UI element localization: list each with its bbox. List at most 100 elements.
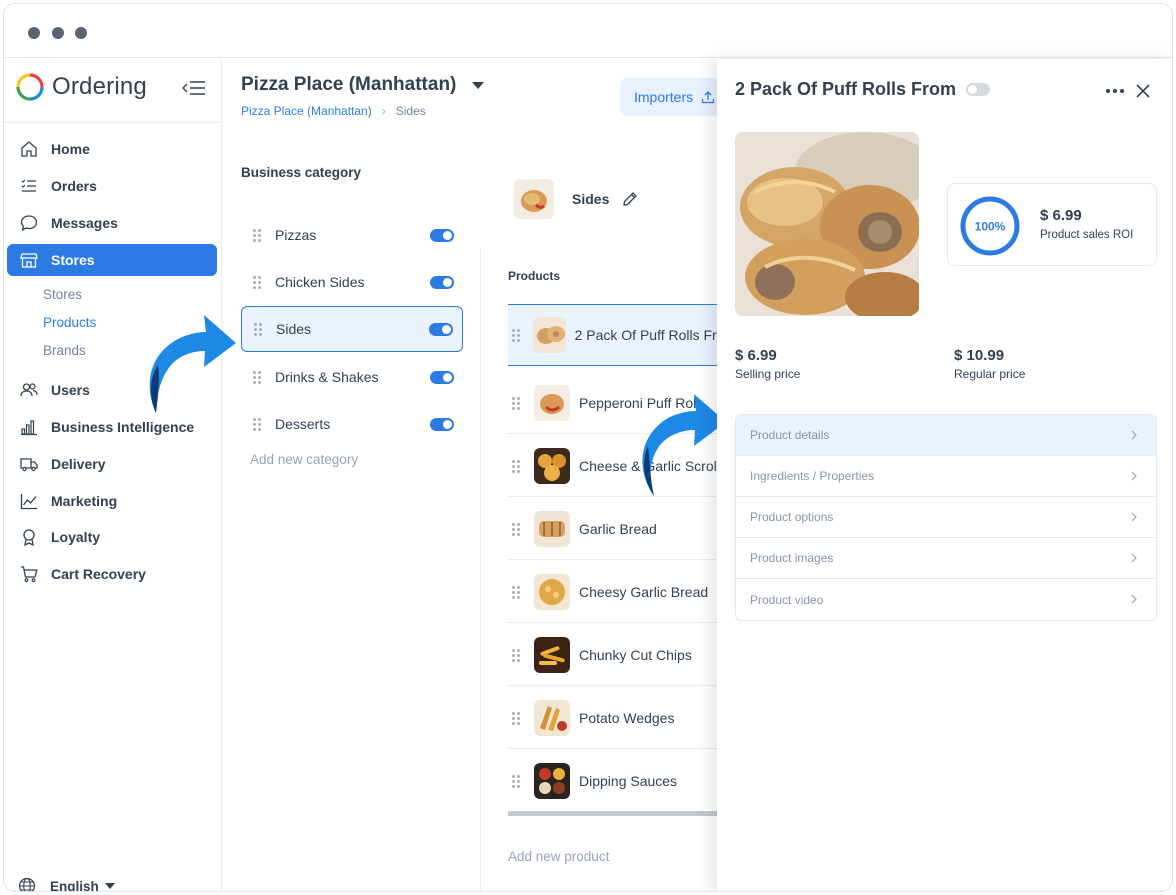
sidebar-subitem-stores[interactable]: Stores (43, 287, 82, 302)
chevron-right-icon (1131, 430, 1137, 440)
users-icon (19, 380, 39, 400)
product-row[interactable]: Chunky Cut Chips (508, 624, 720, 686)
drag-handle-icon[interactable] (512, 585, 520, 599)
category-toggle[interactable] (430, 228, 454, 242)
products-label: Products (508, 269, 561, 283)
collapse-sidebar-icon[interactable] (182, 80, 206, 96)
sidebar-item-home[interactable]: Home (7, 133, 217, 165)
app-window: Ordering Home Orders Messages Stores Sto… (3, 3, 1173, 892)
drag-handle-icon[interactable] (512, 648, 520, 662)
drag-handle-icon[interactable] (512, 329, 520, 342)
category-toggle[interactable] (429, 322, 453, 336)
drag-handle-icon[interactable] (253, 371, 261, 384)
drag-handle-icon[interactable] (254, 323, 262, 336)
category-image (514, 179, 554, 219)
product-image (534, 762, 570, 799)
category-item[interactable]: Drinks & Shakes (241, 354, 463, 400)
bar-chart-icon (19, 417, 39, 437)
product-row[interactable]: Potato Wedges (508, 687, 720, 749)
chevron-right-icon (1131, 553, 1137, 563)
section-label: Ingredients / Properties (750, 469, 875, 483)
category-toggle[interactable] (430, 370, 454, 384)
product-row[interactable]: Cheesy Garlic Bread (508, 561, 720, 623)
product-image (533, 317, 566, 353)
horizontal-scrollbar[interactable] (508, 811, 720, 816)
close-icon[interactable] (1134, 82, 1152, 100)
section-ingredients[interactable]: Ingredients / Properties (736, 456, 1156, 497)
chevron-right-icon (1131, 594, 1137, 604)
sidebar-item-messages[interactable]: Messages (7, 207, 217, 239)
drag-handle-icon[interactable] (512, 711, 520, 725)
category-label: Drinks & Shakes (275, 369, 379, 385)
sidebar-subitem-brands[interactable]: Brands (43, 343, 86, 358)
sidebar-item-label: Orders (51, 178, 97, 194)
product-row[interactable]: Garlic Bread (508, 498, 720, 560)
sidebar-item-cart-recovery[interactable]: Cart Recovery (7, 558, 217, 590)
sidebar-item-delivery[interactable]: Delivery (7, 448, 217, 480)
add-category-link[interactable]: Add new category (250, 452, 358, 467)
regular-price-label: Regular price (954, 367, 1026, 381)
more-options-icon[interactable] (1106, 89, 1127, 93)
window-dot (28, 27, 40, 39)
sidebar-subitem-products[interactable]: Products (43, 315, 96, 330)
section-product-details[interactable]: Product details (736, 415, 1156, 456)
sidebar: Ordering Home Orders Messages Stores Sto… (4, 59, 222, 891)
product-label: 2 Pack Of Puff Rolls From (574, 327, 720, 343)
language-selector[interactable]: English (18, 877, 115, 891)
roi-card: 100% $ 6.99 Product sales ROI (947, 183, 1157, 266)
brand[interactable]: Ordering (15, 71, 147, 103)
category-toggle[interactable] (430, 275, 454, 289)
product-image (534, 384, 570, 421)
sidebar-item-orders[interactable]: Orders (7, 170, 217, 202)
divider (4, 122, 222, 123)
home-icon (19, 139, 39, 159)
category-item[interactable]: Desserts (241, 401, 463, 447)
drag-handle-icon[interactable] (253, 276, 261, 289)
section-product-video[interactable]: Product video (736, 579, 1156, 620)
window-dot (52, 27, 64, 39)
add-product-link[interactable]: Add new product (508, 849, 609, 864)
globe-icon (18, 877, 36, 891)
page-title[interactable]: Pizza Place (Manhattan) (241, 74, 485, 96)
drag-handle-icon[interactable] (253, 229, 261, 242)
sidebar-item-marketing[interactable]: Marketing (7, 485, 217, 517)
category-header: Sides (514, 179, 639, 219)
drag-handle-icon[interactable] (512, 459, 520, 473)
window-dot (75, 27, 87, 39)
breadcrumb: Pizza Place (Manhattan) › Sides (241, 104, 426, 118)
section-product-options[interactable]: Product options (736, 497, 1156, 538)
product-row-selected[interactable]: 2 Pack Of Puff Rolls From (508, 304, 720, 366)
drag-handle-icon[interactable] (512, 396, 520, 410)
sidebar-item-label: Marketing (51, 493, 118, 509)
roi-percent: 100% (975, 220, 1006, 234)
breadcrumb-link[interactable]: Pizza Place (Manhattan) (241, 104, 372, 118)
drag-handle-icon[interactable] (253, 418, 261, 431)
sidebar-item-loyalty[interactable]: Loyalty (7, 521, 217, 553)
category-label: Chicken Sides (275, 274, 365, 290)
selling-price: $ 6.99 (735, 347, 777, 364)
category-label: Pizzas (275, 227, 317, 243)
edit-pencil-icon[interactable] (621, 190, 639, 208)
category-item-selected[interactable]: Sides (241, 306, 463, 352)
drag-handle-icon[interactable] (512, 522, 520, 536)
product-image (534, 447, 570, 484)
sidebar-item-stores[interactable]: Stores (7, 244, 217, 276)
brand-name: Ordering (52, 73, 147, 100)
product-enabled-toggle[interactable] (966, 83, 991, 96)
sidebar-item-label: Stores (51, 252, 95, 268)
category-item[interactable]: Pizzas (241, 212, 463, 258)
product-row[interactable]: Dipping Sauces (508, 750, 720, 812)
sidebar-item-label: Messages (51, 215, 118, 231)
product-detail-panel: 2 Pack Of Puff Rolls From 100% $ 6.99 Pr… (717, 59, 1172, 891)
upload-icon (701, 91, 715, 104)
detail-title: 2 Pack Of Puff Rolls From (735, 79, 991, 100)
sidebar-item-label: Delivery (51, 456, 106, 472)
business-name: Pizza Place (Manhattan) (241, 74, 457, 95)
chevron-right-icon: › (381, 104, 386, 118)
window-titlebar (4, 4, 1172, 58)
category-toggle[interactable] (430, 417, 454, 431)
roi-value: $ 6.99 (1040, 207, 1082, 224)
category-item[interactable]: Chicken Sides (241, 259, 463, 305)
drag-handle-icon[interactable] (512, 774, 520, 788)
section-product-images[interactable]: Product images (736, 538, 1156, 579)
